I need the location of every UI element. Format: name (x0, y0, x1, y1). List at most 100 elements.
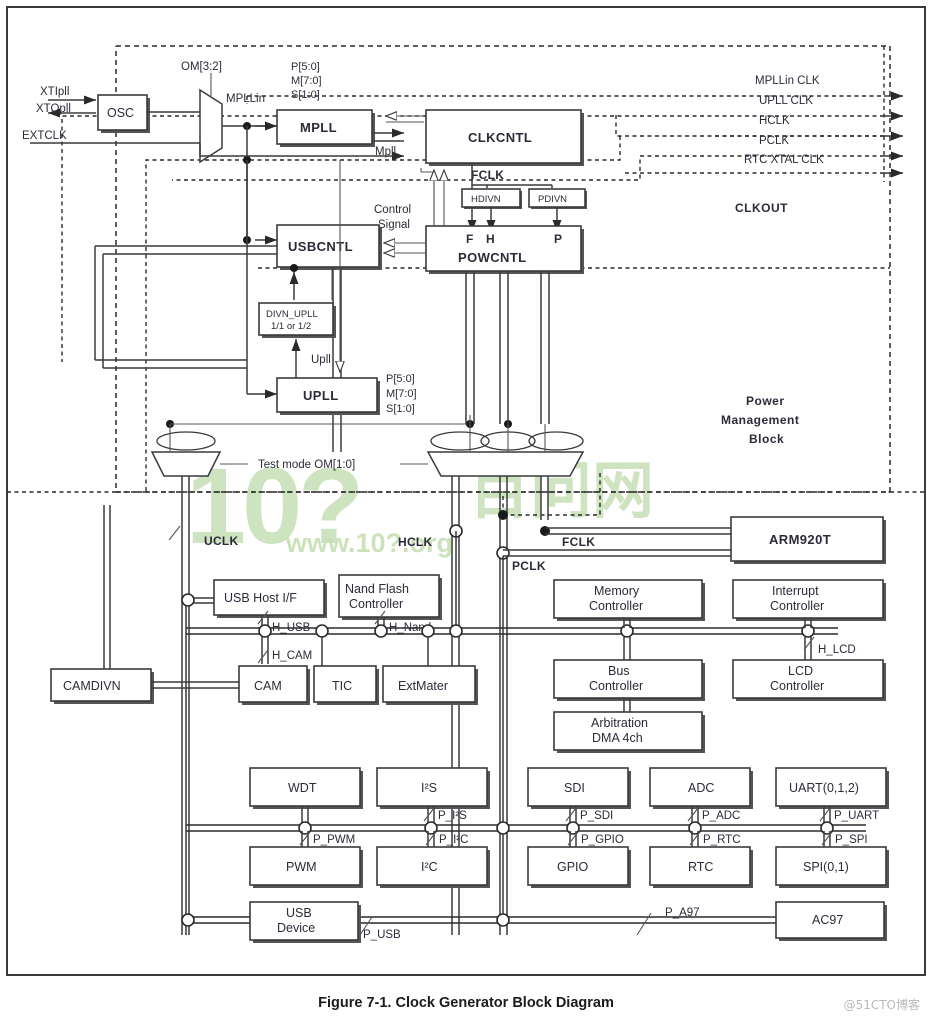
label-mpll-m: M[7:0] (291, 75, 322, 87)
lcdctl-label-1: LCD (788, 664, 813, 678)
label-h-lcd: H_LCD (818, 644, 856, 656)
uclk-mux (150, 451, 222, 477)
label-upll-p: P[5:0] (386, 373, 415, 385)
busctl-label-2: Controller (589, 679, 643, 693)
uclk-mux-ellipse (156, 431, 216, 451)
label-mpllin: MPLLin (226, 93, 265, 105)
hclk-pclk-fclk-mux (426, 451, 585, 477)
label-out-upll-clk: UPLL CLK (759, 95, 813, 107)
powcntl-h-label: H (486, 232, 495, 246)
arb-label-1: Arbitration (591, 716, 648, 730)
busctl-label-1: Bus (608, 664, 630, 678)
node-apb-3 (496, 821, 510, 835)
label-p-i2s: P_I²S (438, 810, 467, 822)
p-uart-slash (819, 807, 831, 822)
label-control-2: Signal (378, 219, 410, 231)
clock-generator-block-diagram: XTIpll XTOpll EXTCLK OSC OM[3:2] MPLLin … (6, 6, 926, 976)
mpll-label: MPLL (300, 120, 337, 135)
label-upll-m: M[7:0] (386, 388, 417, 400)
label-h-cam: H_CAM (272, 650, 312, 662)
node-ahb-5 (449, 624, 463, 638)
p-i2s-slash (423, 807, 435, 822)
i2s-label: I²S (421, 781, 437, 795)
label-p-i2c: P_I²C (439, 834, 468, 846)
label-pclk: PCLK (512, 559, 546, 573)
label-out-mpllin-clk: MPLLin CLK (755, 75, 820, 87)
label-test-mode: Test mode OM[1:0] (258, 459, 355, 471)
label-out-rtc-xtal-clk: RTC XTAL CLK (744, 154, 824, 166)
label-p-spi: P_SPI (835, 834, 868, 846)
adc-label: ADC (688, 781, 714, 795)
label-p-uart: P_UART (834, 810, 879, 822)
lcdctl-label-2: Controller (770, 679, 824, 693)
wdt-label: WDT (288, 781, 317, 795)
p-adc-slash (687, 807, 699, 822)
label-upll-s: S[1:0] (386, 403, 415, 415)
label-xtopll: XTOpll (36, 103, 71, 115)
label-p-pwm: P_PWM (313, 834, 355, 846)
node-ahb-2 (315, 624, 329, 638)
divn-upll-label-2: 1/1 or 1/2 (271, 321, 311, 332)
figure-page: 10? 百问网 www.10?.org XTIpll XTOpll EXTCLK… (0, 0, 932, 1021)
label-p-gpio: P_GPIO (581, 834, 624, 846)
hclk-mux-ellipse-1 (430, 431, 490, 451)
node-ahb-1 (258, 624, 272, 638)
powcntl-f-label: F (466, 232, 474, 246)
hdivn-label: HDIVN (471, 194, 501, 205)
powcntl-label: POWCNTL (458, 250, 527, 265)
uclk-slash (168, 525, 181, 541)
arb-label-2: DMA 4ch (592, 731, 643, 745)
node-usb-host-hclk (181, 593, 195, 607)
i2c-label: I²C (421, 860, 438, 874)
label-fclk-divtree: FCLK (471, 168, 504, 182)
node-bottom-pclk (496, 913, 510, 927)
label-pmb-1: Power (746, 394, 785, 408)
node-bottom-uclk (181, 913, 195, 927)
node-fclk-dash-tap (498, 510, 508, 520)
powcntl-p-label: P (554, 232, 562, 246)
p-sdi-slash (565, 807, 577, 822)
label-out-hclk: HCLK (759, 115, 790, 127)
label-p-sdi: P_SDI (580, 810, 613, 822)
label-om32: OM[3:2] (181, 61, 222, 73)
usb-device-label-2: Device (277, 921, 315, 935)
label-h-usb: H_USB (272, 622, 311, 634)
figure-caption: Figure 7-1. Clock Generator Block Diagra… (318, 995, 614, 1011)
label-p-rtc: P_RTC (703, 834, 741, 846)
memctl-label-2: Controller (589, 599, 643, 613)
h-cam-slash (257, 649, 269, 664)
usb-device-label-1: USB (286, 906, 312, 920)
divn-upll-label-1: DIVN_UPLL (266, 309, 318, 320)
extmater-label: ExtMater (398, 679, 448, 693)
gpio-label: GPIO (557, 860, 589, 874)
intctl-label-1: Interrupt (772, 584, 819, 598)
label-uclk: UCLK (204, 534, 239, 548)
label-pmb-3: Block (749, 432, 784, 446)
label-out-pclk: PCLK (759, 135, 789, 147)
hclk-mux-ellipse-3 (528, 431, 584, 451)
memctl-label-1: Memory (594, 584, 640, 598)
node-divn-upll-tap (290, 264, 298, 272)
label-mpll-p: P[5:0] (291, 61, 320, 73)
label-p-adc: P_ADC (702, 810, 740, 822)
usbcntl-label: USBCNTL (288, 239, 353, 254)
node-ahb-4 (421, 624, 435, 638)
label-extclk: EXTCLK (22, 130, 67, 142)
pdivn-label: PDIVN (538, 194, 567, 205)
usb-host-if-label: USB Host I/F (224, 591, 297, 605)
label-hclk: HCLK (398, 535, 433, 549)
label-mpll-s: S[1:0] (291, 89, 320, 101)
cam-label: CAM (254, 679, 282, 693)
label-pmb-2: Management (721, 413, 799, 427)
spi-label: SPI(0,1) (803, 860, 849, 874)
osc-label: OSC (107, 106, 134, 120)
label-p-usb: P_USB (363, 929, 401, 941)
tic-label: TIC (332, 679, 352, 693)
node-ahb-6 (620, 624, 634, 638)
label-clkout: CLKOUT (735, 201, 788, 215)
nand-label-1: Nand Flash (345, 582, 409, 596)
label-xtipll: XTIpll (40, 86, 69, 98)
clkcntl-label: CLKCNTL (468, 130, 532, 145)
label-upll-out: Upll (311, 354, 331, 366)
label-fclk: FCLK (562, 535, 595, 549)
